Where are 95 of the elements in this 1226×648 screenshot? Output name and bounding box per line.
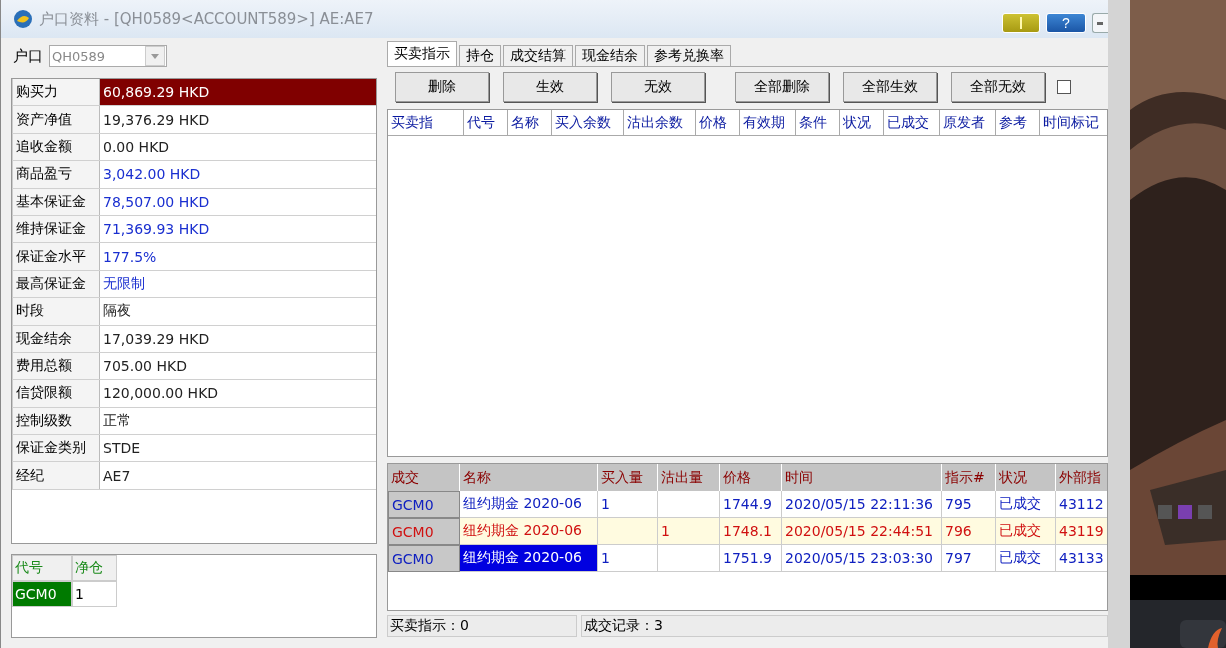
summary-label: 购买力 bbox=[12, 79, 100, 106]
column-header[interactable]: 状况 bbox=[840, 110, 884, 136]
summary-value: 705.00 HKD bbox=[102, 357, 188, 377]
tab[interactable]: 参考兑换率 bbox=[647, 45, 731, 66]
table-cell: 1751.9 bbox=[720, 545, 782, 572]
app-logo-icon bbox=[13, 9, 33, 29]
summary-value: 0.00 HKD bbox=[102, 137, 171, 157]
column-header[interactable]: 代号 bbox=[464, 110, 508, 136]
column-header: 净仓 bbox=[72, 555, 117, 581]
column-header[interactable]: 时间 bbox=[782, 464, 942, 491]
summary-label: 商品盈亏 bbox=[12, 161, 100, 188]
column-header[interactable]: 状况 bbox=[996, 464, 1056, 491]
summary-label: 基本保证金 bbox=[12, 188, 100, 215]
column-header[interactable]: 买入余数 bbox=[552, 110, 624, 136]
column-header[interactable]: 指示# bbox=[942, 464, 996, 491]
window-title: 户口资料 - [QH0589<ACCOUNT589>] AE:AE7 bbox=[39, 9, 375, 29]
summary-label: 最高保证金 bbox=[12, 270, 100, 298]
summary-value: 正常 bbox=[102, 410, 132, 430]
summary-value: 19,376.29 HKD bbox=[102, 110, 211, 130]
table-cell: 1 bbox=[72, 581, 117, 607]
column-header[interactable]: 沽出量 bbox=[658, 464, 720, 491]
column-header[interactable]: 沽出余数 bbox=[624, 110, 696, 136]
column-header[interactable]: 原发者 bbox=[940, 110, 996, 136]
summary-label: 现金结余 bbox=[12, 325, 100, 352]
summary-value: 隔夜 bbox=[102, 301, 132, 321]
action-button[interactable]: 全部生效 bbox=[843, 72, 937, 102]
status-text: 成交记录：3 bbox=[581, 615, 1108, 637]
column-header[interactable]: 价格 bbox=[696, 110, 740, 136]
summary-value: 3,042.00 HKD bbox=[102, 165, 202, 185]
tab[interactable]: 现金结余 bbox=[575, 45, 645, 66]
table-cell: GCM0 bbox=[12, 581, 72, 607]
status-text: 买卖指示：0 bbox=[387, 615, 577, 637]
column-header: 代号 bbox=[12, 555, 72, 581]
summary-value: 177.5% bbox=[102, 247, 158, 267]
summary-value: 71,369.93 HKD bbox=[102, 220, 211, 240]
dropdown-arrow-icon bbox=[151, 53, 159, 59]
summary-label: 追收金额 bbox=[12, 133, 100, 161]
action-button[interactable]: 全部无效 bbox=[951, 72, 1045, 102]
help-button[interactable]: ? bbox=[1046, 13, 1086, 33]
column-header[interactable]: 名称 bbox=[460, 464, 598, 491]
table-cell: 2020/05/15 23:03:30 bbox=[782, 545, 942, 572]
summary-value: 120,000.00 HKD bbox=[102, 384, 220, 404]
row-header: GCM0 bbox=[388, 518, 460, 545]
summary-label: 控制级数 bbox=[12, 407, 100, 435]
action-button[interactable]: 全部删除 bbox=[735, 72, 829, 102]
summary-label: 保证金类别 bbox=[12, 435, 100, 462]
column-header[interactable]: 参考 bbox=[996, 110, 1040, 136]
summary-value: 无限制 bbox=[102, 273, 146, 293]
column-header[interactable]: 已成交 bbox=[884, 110, 940, 136]
table-cell: 1748.1 bbox=[720, 518, 782, 545]
column-header[interactable]: 价格 bbox=[720, 464, 782, 491]
table-cell bbox=[598, 518, 658, 545]
summary-value: 78,507.00 HKD bbox=[102, 192, 211, 212]
summary-label: 维持保证金 bbox=[12, 215, 100, 243]
minimize-icon bbox=[1097, 21, 1103, 25]
summary-label: 保证金水平 bbox=[12, 243, 100, 270]
tab[interactable]: 买卖指示 bbox=[387, 41, 457, 66]
column-header[interactable]: 成交 bbox=[388, 464, 460, 491]
summary-value: 60,869.29 HKD bbox=[100, 79, 376, 106]
summary-label: 时段 bbox=[12, 298, 100, 325]
account-label: 户口 bbox=[13, 46, 43, 66]
info-button[interactable] bbox=[1002, 13, 1040, 33]
table-cell: 796 bbox=[942, 518, 996, 545]
table-cell: 纽约期金 2020-06 bbox=[460, 545, 598, 572]
action-button[interactable]: 无效 bbox=[611, 72, 705, 102]
summary-label: 资产净值 bbox=[12, 106, 100, 133]
minimize-button[interactable] bbox=[1092, 13, 1108, 33]
table-cell bbox=[658, 545, 720, 572]
table-cell: 1 bbox=[598, 545, 658, 572]
summary-label: 费用总额 bbox=[12, 352, 100, 380]
tab[interactable]: 成交结算 bbox=[503, 45, 573, 66]
row-header: GCM0 bbox=[388, 491, 460, 518]
column-header[interactable]: 名称 bbox=[508, 110, 552, 136]
row-header: GCM0 bbox=[388, 545, 460, 572]
bar-icon bbox=[1019, 17, 1023, 29]
tab[interactable]: 持仓 bbox=[459, 45, 501, 66]
action-button[interactable]: 删除 bbox=[395, 72, 489, 102]
summary-value: 17,039.29 HKD bbox=[102, 329, 211, 349]
checkbox[interactable] bbox=[1057, 80, 1071, 94]
summary-label: 信贷限额 bbox=[12, 380, 100, 407]
action-button[interactable]: 生效 bbox=[503, 72, 597, 102]
table-cell: 已成交 bbox=[996, 545, 1056, 572]
column-header[interactable]: 外部指 bbox=[1056, 464, 1107, 491]
column-header[interactable]: 买入量 bbox=[598, 464, 658, 491]
table-cell: 已成交 bbox=[996, 518, 1056, 545]
summary-label: 经纪 bbox=[12, 462, 100, 489]
account-dropdown[interactable]: QH0589 bbox=[49, 45, 167, 67]
summary-value: STDE bbox=[102, 439, 142, 459]
table-cell: 1 bbox=[658, 518, 720, 545]
column-header[interactable]: 买卖指 bbox=[388, 110, 464, 136]
table-cell: 797 bbox=[942, 545, 996, 572]
table-cell: 2020/05/15 22:44:51 bbox=[782, 518, 942, 545]
column-header[interactable]: 有效期 bbox=[740, 110, 796, 136]
summary-value: AE7 bbox=[102, 466, 132, 486]
column-header[interactable]: 条件 bbox=[796, 110, 840, 136]
